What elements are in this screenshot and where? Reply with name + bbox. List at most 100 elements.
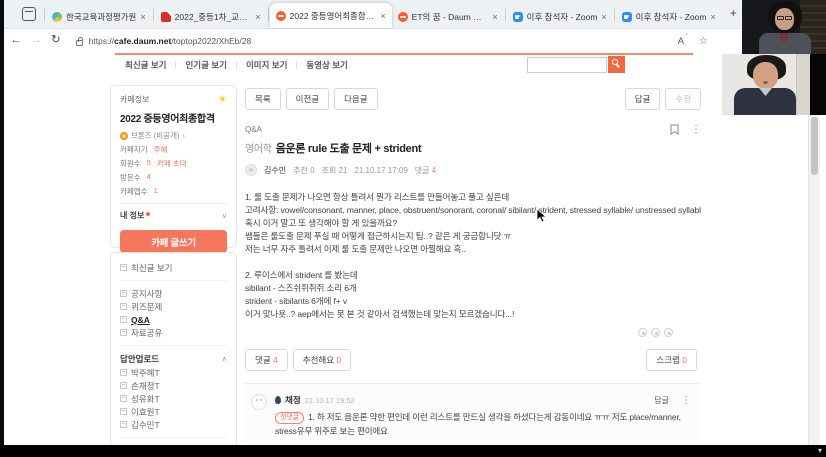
tab-close-icon[interactable]: × bbox=[255, 12, 260, 22]
tab-label: 2022_중등1차_교육학 (1).p bbox=[174, 11, 252, 22]
menu-board-teacher[interactable]: 손채정T bbox=[120, 379, 227, 392]
bookmark-icon[interactable] bbox=[670, 124, 679, 135]
reply-button[interactable]: 답글 bbox=[624, 88, 661, 110]
body-line: 2. 루이스에서 strident 를 봤는데 bbox=[245, 270, 358, 280]
comment-date: 21.10.17 19:52 bbox=[304, 395, 355, 405]
board-icon bbox=[120, 369, 127, 376]
divider bbox=[120, 203, 227, 204]
menu-section-upload[interactable]: 답안업로드 ∧ bbox=[120, 352, 227, 366]
cafe-grade-row[interactable]: 브론즈 (비공개) › bbox=[120, 130, 227, 141]
tab-close-icon[interactable]: × bbox=[601, 12, 606, 22]
search-input[interactable] bbox=[527, 56, 607, 73]
tab-close-icon[interactable]: × bbox=[710, 12, 715, 22]
search-button[interactable] bbox=[608, 56, 625, 73]
stat-label: 카페지기 bbox=[120, 145, 148, 154]
my-info-toggle[interactable]: 내 정보 ∨ bbox=[120, 210, 227, 221]
page-scrollbar[interactable] bbox=[808, 115, 820, 445]
menu-board-teacher[interactable]: 성유화T bbox=[120, 392, 227, 405]
menu-board-materials[interactable]: 자료공유 bbox=[120, 326, 227, 339]
browser-tab-zoom-2[interactable]: 이후 참석자 - Zoom × bbox=[616, 5, 722, 28]
view-count: 조회 21 bbox=[321, 165, 348, 175]
list-button[interactable]: 목록 bbox=[245, 88, 281, 110]
board-category-link[interactable]: Q&A bbox=[245, 125, 262, 134]
menu-recent-posts[interactable]: 최신글 보기 bbox=[120, 261, 227, 274]
menu-board-teacher[interactable]: 이효원T bbox=[120, 405, 227, 418]
browser-tab-cafe-active[interactable]: 2022 중등영어최종합격 | 티 × bbox=[269, 3, 392, 28]
share-icon[interactable] bbox=[651, 328, 660, 337]
browser-tab-kice[interactable]: 한국교육과정평가원 × bbox=[46, 5, 152, 28]
nav-link-recent[interactable]: 최신글 보기 bbox=[125, 59, 166, 71]
new-tab-button[interactable]: + bbox=[730, 6, 737, 20]
body-line: 쌤들은 룰도출 문제 푸실 때 어떻게 접근하시는지 팁..? 같은 게 궁금합… bbox=[245, 231, 512, 241]
author-name[interactable]: 김수민 bbox=[264, 165, 286, 176]
menu-board-qna-active[interactable]: Q&A bbox=[120, 313, 227, 326]
stat-row: 회원수 5 카페 초대 bbox=[120, 158, 227, 169]
browser-tab-et-cafe[interactable]: ET의 꿈 - Daum 카페 × bbox=[392, 5, 504, 28]
tab-divider bbox=[504, 8, 506, 21]
scrollbar-thumb[interactable] bbox=[811, 117, 818, 175]
edit-button[interactable]: 수정 bbox=[665, 88, 701, 110]
cafe-menu-panel: 최신글 보기 공지사항 퀴즈문제 Q&A 자료공유 답안업로드 ∧ 박주혜T 손… bbox=[110, 252, 237, 457]
comments-button[interactable]: 댓글 4 bbox=[245, 349, 288, 371]
favorite-star-icon[interactable]: ★ bbox=[218, 94, 227, 105]
favorites-star-icon[interactable]: ☆ bbox=[699, 36, 708, 47]
recommend-button[interactable]: 추천해요 0 bbox=[292, 349, 352, 371]
browser-tab-zoom-1[interactable]: 이후 참석자 - Zoom × bbox=[507, 5, 613, 28]
cafe-title[interactable]: 2022 중등영어최종합격 bbox=[120, 110, 227, 125]
tab-divider bbox=[267, 8, 269, 21]
write-post-button[interactable]: 카페 글쓰기 bbox=[120, 230, 227, 253]
read-aloud-icon[interactable]: A bbox=[678, 33, 689, 47]
chevron-up-icon: ∧ bbox=[221, 356, 227, 363]
menu-board-teacher[interactable]: 김수민T bbox=[120, 418, 227, 431]
scrap-button[interactable]: 스크랩 0 bbox=[646, 349, 697, 371]
browser-navbar: ← → ↻ https://cafe.daum.net/toptop2022/X… bbox=[0, 29, 826, 53]
url-text: https://cafe.daum.net/toptop2022/XhEb/28 bbox=[89, 36, 252, 46]
body-line: 1. 룰 도출 문제가 나오면 항상 틀려서 뭔가 리스트를 만들어놓고 풀고 … bbox=[245, 192, 510, 202]
stat-value[interactable]: 주혜 bbox=[154, 144, 168, 155]
menu-board-notice[interactable]: 공지사항 bbox=[120, 287, 227, 300]
board-icon bbox=[120, 382, 127, 389]
left-letterbox-bar bbox=[0, 0, 4, 457]
divider bbox=[296, 61, 298, 69]
reload-icon[interactable]: ↻ bbox=[51, 35, 61, 47]
tab-label: 2022 중등영어최종합격 | 티 bbox=[289, 10, 377, 21]
nav-link-popular[interactable]: 인기글 보기 bbox=[185, 59, 226, 71]
scroll-down-icon: ▾ bbox=[817, 446, 822, 455]
lock-icon bbox=[75, 36, 83, 46]
screen: 한국교육과정평가원 × 2022_중등1차_교육학 (1).p × 2022 중… bbox=[0, 0, 826, 457]
first-comment-badge: 첫댓글 bbox=[275, 412, 304, 424]
my-info-label: 내 정보 bbox=[120, 211, 145, 220]
more-options-icon[interactable]: ⋮ bbox=[681, 395, 691, 406]
cafe-invite-link[interactable]: 카페 초대 bbox=[157, 158, 187, 169]
post-body: 1. 룰 도출 문제가 나오면 항상 틀려서 뭔가 리스트를 만들어놓고 풀고 … bbox=[245, 191, 701, 321]
comment-count-link[interactable]: 댓글 4 bbox=[415, 165, 436, 176]
post-date: 21.10.17 17:09 bbox=[354, 165, 408, 175]
browser-tab-pdf[interactable]: 2022_중등1차_교육학 (1).p × bbox=[155, 5, 267, 28]
body-line: sibilant - 스즈쉬쥐취쥐 소리 6개 bbox=[245, 283, 357, 293]
comment-reply-button[interactable]: 답글 bbox=[654, 395, 669, 406]
back-icon[interactable]: ← bbox=[10, 35, 22, 47]
commenter-name[interactable]: 채정 bbox=[285, 394, 301, 406]
menu-board-teacher[interactable]: 박주혜T bbox=[120, 366, 227, 379]
prev-post-button[interactable]: 이전글 bbox=[285, 88, 330, 110]
video-letterbox bbox=[810, 54, 826, 115]
share-icon[interactable] bbox=[664, 328, 673, 337]
share-icon[interactable] bbox=[638, 328, 647, 337]
board-icon bbox=[120, 303, 127, 310]
tab-close-icon[interactable]: × bbox=[140, 12, 145, 22]
post-title-prefix: 영어학 bbox=[245, 144, 272, 155]
tab-actions-icon[interactable] bbox=[22, 7, 36, 21]
menu-board-quiz[interactable]: 퀴즈문제 bbox=[120, 300, 227, 313]
next-post-button[interactable]: 다음글 bbox=[334, 88, 378, 110]
tab-close-icon[interactable]: × bbox=[380, 11, 385, 21]
nav-link-images[interactable]: 이미지 보기 bbox=[246, 59, 287, 71]
address-bar[interactable]: https://cafe.daum.net/toptop2022/XhEb/28 bbox=[70, 33, 630, 50]
more-options-icon[interactable]: ⋮ bbox=[691, 124, 701, 135]
nav-link-videos[interactable]: 동영상 보기 bbox=[306, 59, 347, 71]
tab-close-icon[interactable]: × bbox=[492, 12, 497, 22]
forward-icon[interactable]: → bbox=[31, 35, 43, 47]
mouse-cursor bbox=[536, 208, 548, 223]
cafe-accent-line bbox=[115, 53, 693, 55]
author-avatar[interactable] bbox=[245, 164, 257, 176]
share-row bbox=[245, 328, 701, 337]
